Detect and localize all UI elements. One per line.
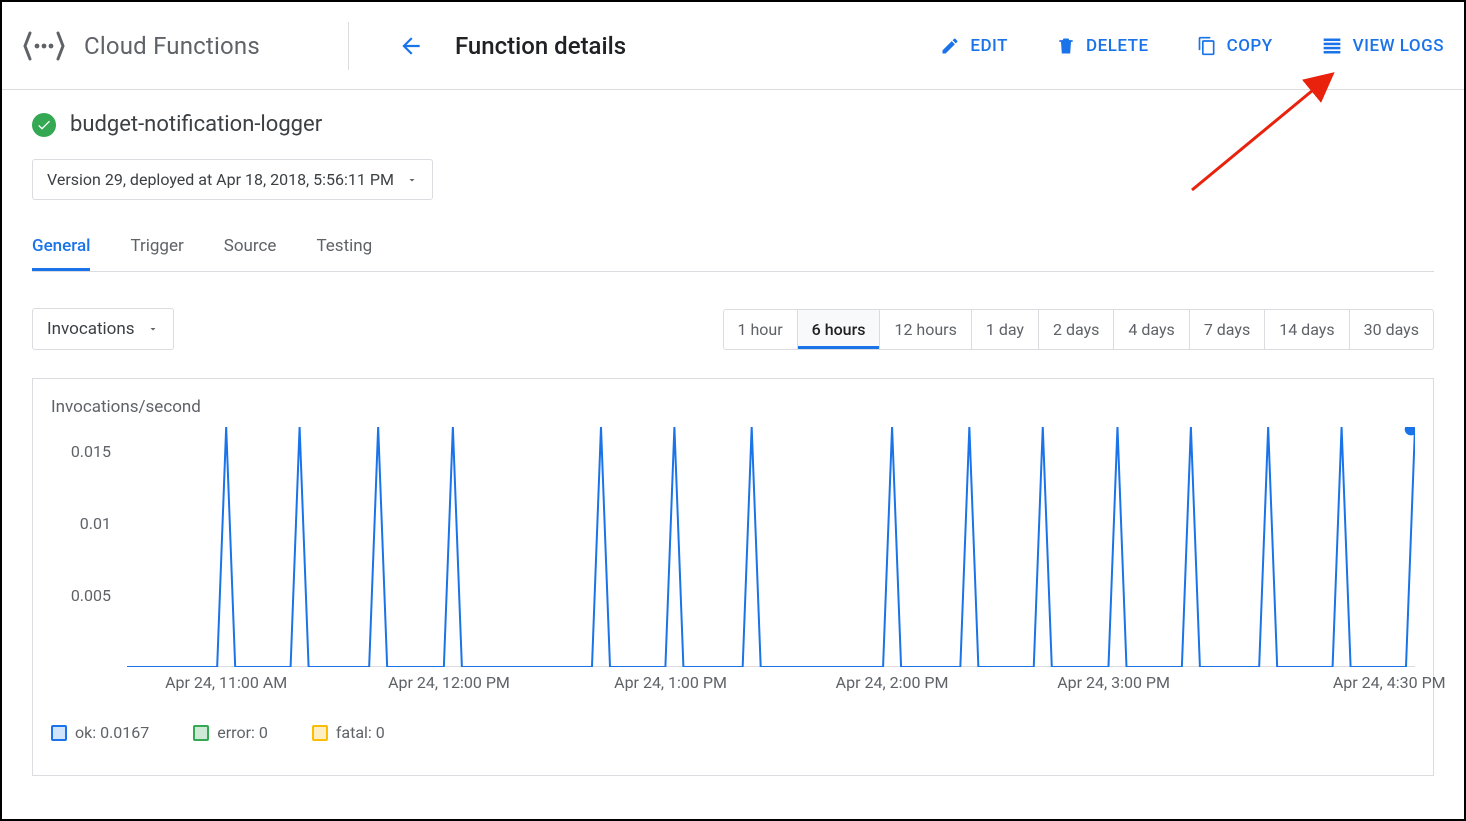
view-logs-button[interactable]: VIEW LOGS xyxy=(1321,36,1444,56)
cloud-functions-icon xyxy=(22,26,66,66)
status-ok-icon xyxy=(32,113,56,137)
range-btn[interactable]: 30 days xyxy=(1350,310,1433,349)
legend-label: ok: 0.0167 xyxy=(75,723,149,742)
range-btn[interactable]: 14 days xyxy=(1265,310,1349,349)
tab-general[interactable]: General xyxy=(32,226,90,271)
time-range-group: 1 hour6 hours12 hours1 day2 days4 days7 … xyxy=(723,309,1435,350)
chart-title: Invocations/second xyxy=(51,397,1415,417)
delete-label: DELETE xyxy=(1086,36,1149,56)
version-select[interactable]: Version 29, deployed at Apr 18, 2018, 5:… xyxy=(32,159,433,200)
function-header: budget-notification-logger xyxy=(32,112,1434,137)
legend-label: fatal: 0 xyxy=(336,723,385,742)
metric-label: Invocations xyxy=(47,319,135,339)
version-label: Version 29, deployed at Apr 18, 2018, 5:… xyxy=(47,170,394,189)
pencil-icon xyxy=(940,36,960,56)
function-name: budget-notification-logger xyxy=(70,112,322,137)
chart-xtick: Apr 24, 4:30 PM xyxy=(1333,673,1446,692)
range-btn[interactable]: 2 days xyxy=(1039,310,1114,349)
chart-controls: Invocations 1 hour6 hours12 hours1 day2 … xyxy=(32,308,1434,350)
arrow-left-icon xyxy=(398,33,424,59)
tab-trigger[interactable]: Trigger xyxy=(130,226,183,271)
chart-legend: ok: 0.0167 error: 0 fatal: 0 xyxy=(51,723,1415,742)
copy-icon xyxy=(1197,36,1217,56)
back-button[interactable] xyxy=(391,26,431,66)
caret-down-icon xyxy=(406,174,418,186)
caret-down-icon xyxy=(147,323,159,335)
legend-swatch xyxy=(312,725,328,741)
tab-testing[interactable]: Testing xyxy=(316,226,372,271)
legend-swatch xyxy=(51,725,67,741)
toolbar-actions: EDIT DELETE COPY VIEW LOGS xyxy=(940,36,1444,56)
range-btn[interactable]: 1 day xyxy=(972,310,1039,349)
chart-ytick: 0.01 xyxy=(51,514,111,533)
edit-label: EDIT xyxy=(970,36,1008,56)
product-title: Cloud Functions xyxy=(84,32,260,60)
content: budget-notification-logger Version 29, d… xyxy=(2,90,1464,776)
legend-item: ok: 0.0167 xyxy=(51,723,149,742)
metric-select[interactable]: Invocations xyxy=(32,308,174,350)
chart-plot-area: 0.0050.010.015 xyxy=(127,427,1415,667)
legend-item: fatal: 0 xyxy=(312,723,385,742)
chart-xtick: Apr 24, 12:00 PM xyxy=(388,673,510,692)
tab-source[interactable]: Source xyxy=(224,226,277,271)
divider xyxy=(348,22,349,70)
logs-icon xyxy=(1321,36,1343,56)
legend-label: error: 0 xyxy=(217,723,268,742)
legend-swatch xyxy=(193,725,209,741)
trash-icon xyxy=(1056,36,1076,56)
chart-xtick: Apr 24, 1:00 PM xyxy=(614,673,727,692)
copy-button[interactable]: COPY xyxy=(1197,36,1273,56)
range-btn[interactable]: 6 hours xyxy=(798,310,881,349)
view-logs-label: VIEW LOGS xyxy=(1353,36,1444,56)
chart-xaxis: Apr 24, 11:00 AM Apr 24, 12:00 PM Apr 24, … xyxy=(127,673,1415,699)
toolbar: Cloud Functions Function details EDIT DE… xyxy=(2,2,1464,90)
range-btn[interactable]: 1 hour xyxy=(724,310,798,349)
range-btn[interactable]: 7 days xyxy=(1190,310,1265,349)
chart-box: Invocations/second 0.0050.010.015 Apr 24… xyxy=(32,378,1434,776)
range-btn[interactable]: 4 days xyxy=(1114,310,1189,349)
edit-button[interactable]: EDIT xyxy=(940,36,1008,56)
tabs: General Trigger Source Testing xyxy=(32,226,1434,272)
delete-button[interactable]: DELETE xyxy=(1056,36,1149,56)
chart-ytick: 0.005 xyxy=(51,586,111,605)
chart-svg xyxy=(127,427,1415,667)
legend-item: error: 0 xyxy=(193,723,268,742)
page-title: Function details xyxy=(455,32,626,60)
copy-label: COPY xyxy=(1227,36,1273,56)
range-btn[interactable]: 12 hours xyxy=(880,310,971,349)
chart-xtick: Apr 24, 2:00 PM xyxy=(836,673,949,692)
chart-ytick: 0.015 xyxy=(51,442,111,461)
chart-xtick: Apr 24, 3:00 PM xyxy=(1057,673,1170,692)
chart-xtick: Apr 24, 11:00 AM xyxy=(165,673,287,692)
